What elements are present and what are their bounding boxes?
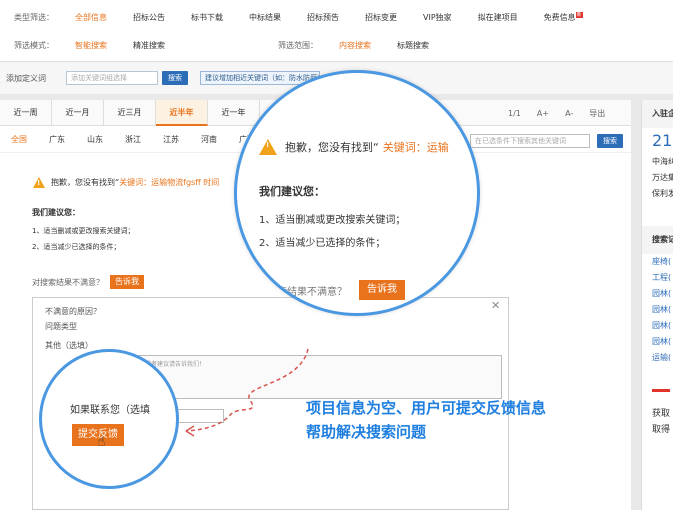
suggest-tip-1: 1、适当删减或更改搜索关键词； (32, 227, 135, 235)
sidebar-history-3[interactable]: 园林( (642, 286, 673, 302)
new-badge: 新 (575, 11, 583, 18)
feedback-type-label: 问题类型 (45, 322, 77, 331)
suggest-title: 我们建议您： (32, 208, 80, 217)
keyword-label: 添加定义词 (6, 73, 46, 83)
tab-three-months[interactable]: 近三月 (104, 99, 156, 126)
scope-option-content[interactable]: 内容搜索 (326, 40, 384, 51)
mode-option-smart[interactable]: 智能搜索 (62, 40, 120, 51)
zoom-unsatisfied-row: 搜索结果不满意？ 告诉我 (267, 280, 405, 300)
keyword-input[interactable]: 添加关键词组选择 (66, 71, 158, 85)
region-zhejiang[interactable]: 浙江 (114, 134, 152, 145)
unsatisfied-text: 对搜索结果不满意？ (32, 277, 104, 287)
sidebar-history-title: 搜索记 (642, 226, 673, 254)
type-option-vip[interactable]: VIP独家 (410, 12, 465, 23)
feedback-reason: 不满意的原因？ (45, 307, 101, 316)
type-option-change[interactable]: 招标变更 (352, 12, 410, 23)
toolbar: 1/1 A+ A- 导出 (500, 100, 613, 126)
zoom-tell-us-button[interactable]: 告诉我 (359, 280, 405, 300)
zoom-tip-2: 2、适当减少已选择的条件； (259, 238, 386, 249)
type-filter-label: 类型筛选： (14, 12, 54, 22)
free-info-label: 免费信息 (543, 12, 576, 22)
type-option-planned[interactable]: 拟在建项目 (465, 12, 531, 23)
annotation-line-2: 帮助解决搜索问题 (306, 423, 427, 441)
mode-filter-row: 筛选模式： 智能搜索 精准搜索 筛选范围： 内容搜索 标题搜索 (0, 30, 673, 60)
sidebar-history-4[interactable]: 园林( (642, 302, 673, 318)
suggest-tip-2: 2、适当减少已选择的条件； (32, 243, 121, 251)
type-option-free[interactable]: 免费信息新 (531, 11, 596, 23)
sidebar-history-1[interactable]: 座椅( (642, 254, 673, 270)
font-up-button[interactable]: A+ (529, 109, 557, 118)
type-filter-row: 类型筛选： 全部信息 招标公告 标书下载 中标结果 招标预告 招标变更 VIP独… (0, 2, 673, 32)
zoom-circle-submit: 如果联系您（选填 提交反馈 ☝ (39, 349, 179, 489)
zoom-warning-icon (259, 139, 277, 155)
sidebar-history-2[interactable]: 工程( (642, 270, 673, 286)
sidebar-company-3[interactable]: 保利发 (642, 186, 673, 202)
scope-filter-label: 筛选范围： (278, 40, 318, 50)
zoom-contact-label: 如果联系您（选填 (70, 405, 150, 416)
type-option-all[interactable]: 全部信息 (62, 12, 120, 23)
tab-year[interactable]: 近一年 (208, 99, 260, 126)
sidebar-bottom-1: 获取 (652, 409, 671, 419)
unsatisfied-row: 对搜索结果不满意？ 告诉我 (32, 275, 144, 289)
zoom-sorry: 抱歉，您没有找到“ (285, 141, 379, 154)
zoom-suggest-title: 我们建议您： (259, 185, 325, 198)
page-indicator: 1/1 (508, 108, 521, 118)
notice-prefix: 抱歉，您没有找到“ (51, 178, 120, 187)
search-within-button[interactable]: 搜索 (597, 134, 623, 148)
type-option-download[interactable]: 标书下载 (178, 12, 236, 23)
type-option-result[interactable]: 中标结果 (236, 12, 294, 23)
region-jiangsu[interactable]: 江苏 (152, 134, 190, 145)
scope-option-title[interactable]: 标题搜索 (384, 40, 442, 51)
sidebar-title: 入驻企 (642, 100, 673, 128)
type-option-preview[interactable]: 招标预告 (294, 12, 352, 23)
zoom-keyword: 关键词：运输 (382, 141, 449, 154)
zoom-unsatisfied: 搜索结果不满意？ (267, 286, 347, 298)
region-all[interactable]: 全国 (0, 134, 38, 145)
notice-keyword-rest: 物流fgsff 时间 (167, 178, 220, 187)
tab-half-year[interactable]: 近半年 (156, 99, 208, 126)
zoom-notice: 抱歉，您没有找到“ 关键词：运输 (259, 139, 449, 155)
tab-month[interactable]: 近一月 (52, 99, 104, 126)
region-shandong[interactable]: 山东 (76, 134, 114, 145)
sidebar-divider (652, 366, 670, 392)
right-sidebar: 入驻企 21 中海纠 万达集 保利发 搜索记 座椅( 工程( 园林( 园林( 园… (641, 100, 673, 510)
empty-notice: 抱歉，您没有找到“ 关键词：运输 物流fgsff 时间 (33, 177, 219, 188)
annotation-line-1: 项目信息为空、用户可提交反馈信息 (306, 399, 547, 417)
sidebar-count: 21 (652, 131, 673, 150)
export-button[interactable]: 导出 (581, 108, 613, 119)
search-within-input[interactable]: 在已选条件下搜索其他关键词 (470, 134, 590, 148)
tab-week[interactable]: 近一周 (0, 99, 52, 126)
sidebar-history-5[interactable]: 园林( (642, 318, 673, 334)
sidebar-history-7[interactable]: 运输( (642, 350, 673, 366)
sidebar-company-2[interactable]: 万达集 (642, 170, 673, 186)
mode-filter-label: 筛选模式： (14, 40, 54, 50)
close-icon[interactable]: ✕ (491, 299, 500, 312)
sidebar-company-1[interactable]: 中海纠 (642, 154, 673, 170)
region-guangdong[interactable]: 广东 (38, 134, 76, 145)
mode-option-exact[interactable]: 精准搜索 (120, 40, 178, 51)
zoom-tip-1: 1、适当删减或更改搜索关键词； (259, 215, 406, 226)
keyword-search-button[interactable]: 搜索 (162, 71, 188, 85)
annotation-text: 项目信息为空、用户可提交反馈信息 帮助解决搜索问题 (306, 396, 546, 444)
notice-keyword: 关键词：运输 (119, 178, 168, 187)
type-option-tender[interactable]: 招标公告 (120, 12, 178, 23)
sidebar-history-6[interactable]: 园林( (642, 334, 673, 350)
feedback-other-label: 其他（选填） (45, 341, 93, 350)
connector-arrow-icon (185, 348, 309, 437)
hand-cursor-icon: ☝ (97, 434, 106, 450)
zoom-circle-notice: 抱歉，您没有找到“ 关键词：运输 我们建议您： 1、适当删减或更改搜索关键词； … (234, 70, 480, 316)
sidebar-bottom-2: 取得 (652, 425, 671, 435)
warning-icon (33, 177, 45, 188)
region-henan[interactable]: 河南 (190, 134, 228, 145)
font-down-button[interactable]: A- (557, 109, 581, 118)
tell-us-button[interactable]: 告诉我 (110, 275, 144, 289)
